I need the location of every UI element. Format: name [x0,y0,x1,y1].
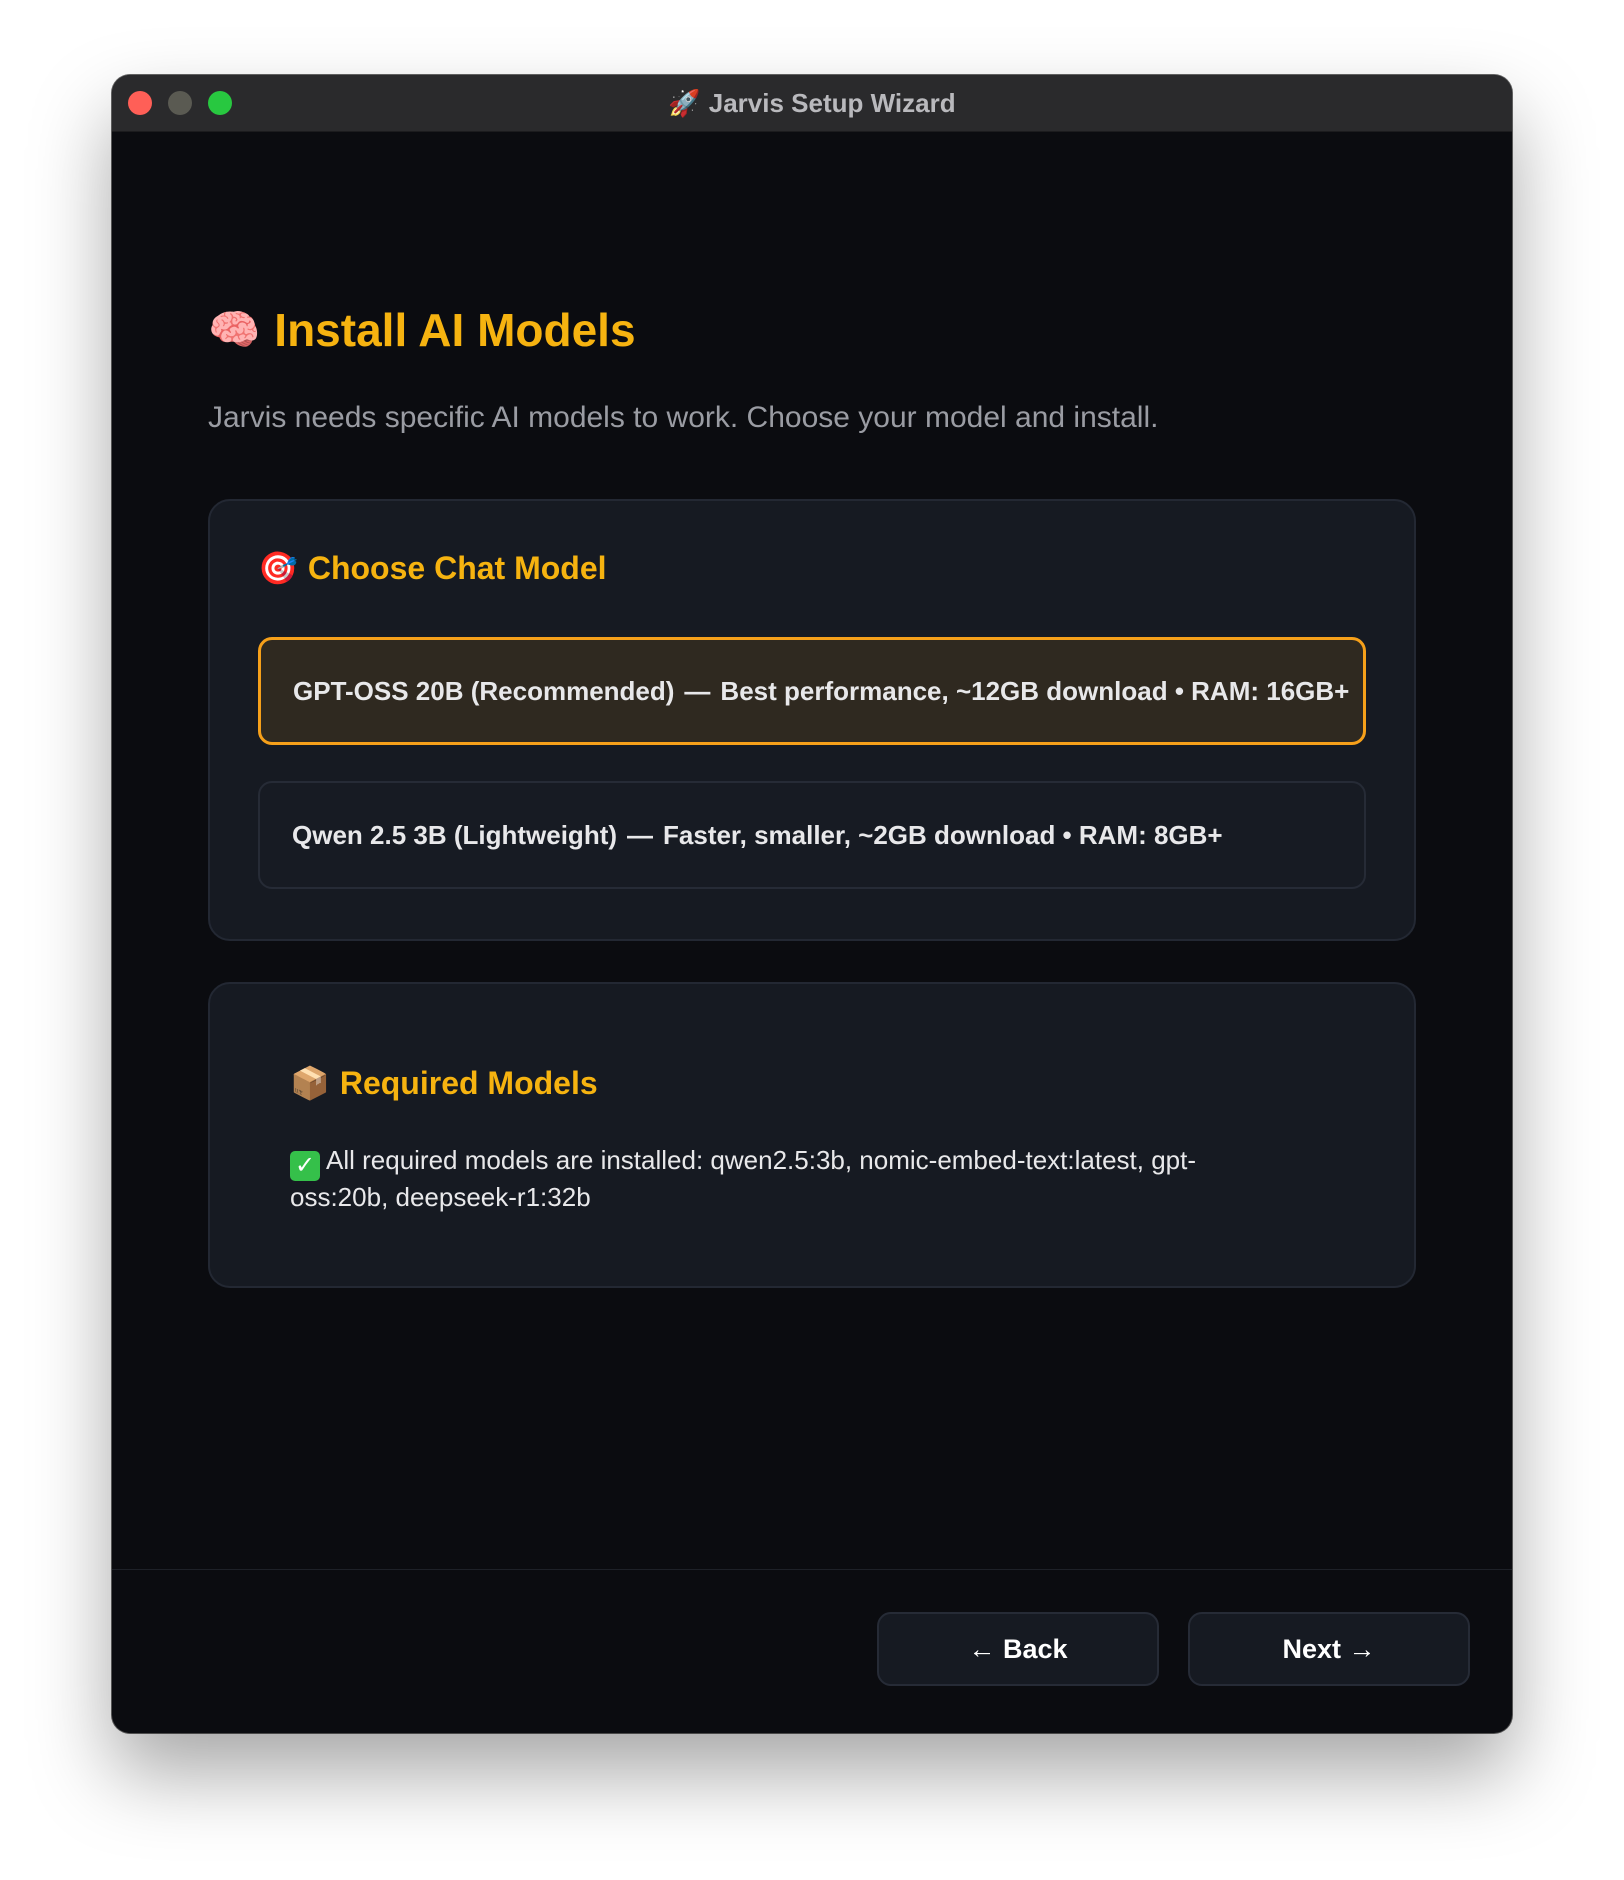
model-option-name: Qwen 2.5 3B (Lightweight) [292,819,618,850]
model-option-gpt-oss-20b[interactable]: GPT-OSS 20B (Recommended) — Best perform… [258,637,1366,745]
back-button[interactable]: ← Back [877,1612,1159,1686]
check-icon: ✓ [290,1151,320,1181]
required-models-card: 📦 Required Models ✓ All required models a… [208,982,1416,1288]
footer-divider [112,1569,1512,1570]
model-option-qwen-2-5-3b[interactable]: Qwen 2.5 3B (Lightweight) — Faster, smal… [258,781,1366,889]
required-models-heading: 📦 Required Models [290,1064,598,1102]
model-option-separator: — [684,675,711,706]
target-icon: 🎯 [258,550,298,586]
page-title: 🧠 Install AI Models [208,304,636,356]
model-option-description: Faster, smaller, ~2GB download • RAM: 8G… [663,819,1223,850]
title-bar: 🚀 Jarvis Setup Wizard [112,75,1512,132]
choose-chat-model-heading: 🎯 Choose Chat Model [258,549,607,587]
required-models-status: ✓ All required models are installed: qwen… [290,1144,1290,1213]
next-button[interactable]: Next → [1188,1612,1470,1686]
required-models-status-text: All required models are installed: qwen2… [290,1145,1196,1212]
package-icon: 📦 [290,1065,330,1101]
choose-chat-model-card: 🎯 Choose Chat Model GPT-OSS 20B (Recomme… [208,499,1416,941]
model-option-description: Best performance, ~12GB download • RAM: … [720,675,1350,706]
window-title: 🚀 Jarvis Setup Wizard [668,88,956,118]
brain-icon: 🧠 [208,305,261,353]
setup-wizard-window: 🚀 Jarvis Setup Wizard 🧠 Install AI Models… [112,75,1512,1733]
model-option-separator: — [627,819,654,850]
rocket-icon: 🚀 [668,88,701,118]
model-option-name: GPT-OSS 20B (Recommended) [293,675,675,706]
page-subtitle: Jarvis needs specific AI models to work.… [208,401,1159,434]
